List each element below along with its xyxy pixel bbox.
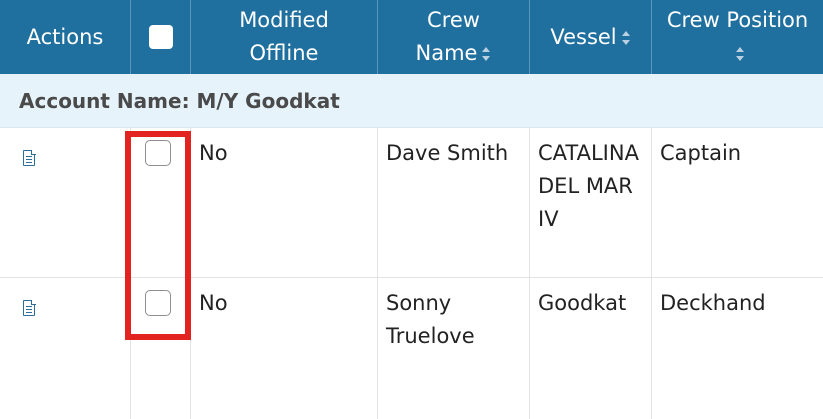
document-icon[interactable] — [23, 149, 36, 166]
crew-position-cell: Captain — [660, 141, 742, 165]
actions-cell — [0, 128, 131, 277]
group-header-account: Account Name: M/Y Goodkat — [0, 74, 823, 128]
row-checkbox[interactable] — [145, 140, 171, 166]
crew-name-cell: Sonny Truelove — [378, 278, 530, 419]
crew-position-cell: Deckhand — [660, 291, 766, 315]
header-crew-name[interactable]: Crew Name — [378, 0, 530, 74]
vessel-cell: Goodkat — [530, 278, 652, 419]
header-actions: Actions — [0, 0, 131, 74]
modified-offline-cell: No — [191, 278, 378, 419]
table-row: No Dave Smith CATALINA DEL MAR IV Captai… — [0, 128, 823, 278]
table-row: No Sonny Truelove Goodkat Deckhand — [0, 278, 823, 419]
actions-cell — [0, 278, 131, 419]
sort-icon[interactable] — [621, 30, 631, 45]
grid-header: Actions Modified Offline Crew Name Vesse… — [0, 0, 823, 74]
sort-icon[interactable] — [735, 47, 745, 61]
row-checkbox[interactable] — [145, 290, 171, 316]
header-modified-offline[interactable]: Modified Offline — [191, 0, 378, 74]
select-all-checkbox[interactable] — [148, 25, 173, 49]
vessel-cell: CATALINA DEL MAR IV — [530, 128, 652, 277]
header-crew-position[interactable]: Crew Position — [652, 0, 823, 74]
crew-grid: Actions Modified Offline Crew Name Vesse… — [0, 0, 823, 419]
header-vessel[interactable]: Vessel — [530, 0, 652, 74]
document-icon[interactable] — [23, 299, 36, 316]
crew-name-cell: Dave Smith — [378, 128, 530, 277]
sort-icon[interactable] — [482, 47, 491, 61]
header-select-all — [131, 0, 191, 74]
modified-offline-cell: No — [191, 128, 378, 277]
group-label: Account Name: M/Y Goodkat — [19, 88, 340, 113]
